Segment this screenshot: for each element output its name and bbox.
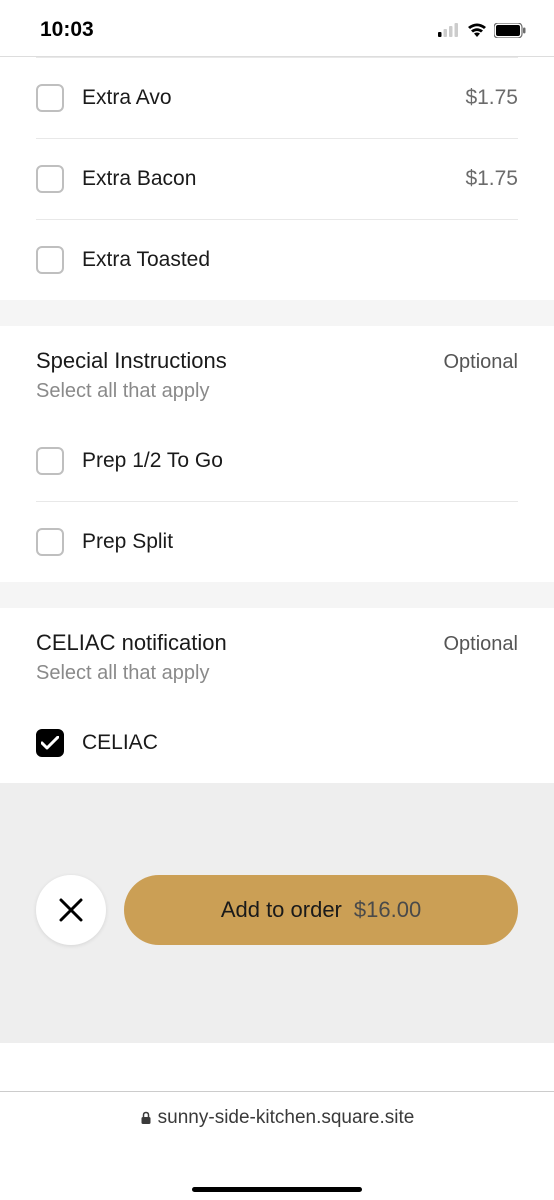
celiac-group: CELIAC (0, 703, 554, 783)
home-indicator[interactable] (192, 1187, 362, 1192)
section-subtitle: Select all that apply (36, 380, 518, 403)
scroll-content[interactable]: Extra Avo $1.75 Extra Bacon $1.75 Extra … (0, 57, 554, 1091)
url-bar[interactable]: sunny-side-kitchen.square.site (0, 1091, 554, 1143)
celiac-header: CELIAC notification Optional Select all … (0, 608, 554, 703)
special-instructions-group: Prep 1/2 To Go Prep Split (0, 421, 554, 582)
option-label: Extra Toasted (82, 248, 518, 272)
special-instructions-header: Special Instructions Optional Select all… (0, 326, 554, 421)
checkbox[interactable] (36, 84, 64, 112)
section-gap (0, 300, 554, 326)
section-optional: Optional (444, 633, 519, 656)
checkbox[interactable] (36, 246, 64, 274)
status-icons (438, 22, 526, 38)
option-row-extra-toasted[interactable]: Extra Toasted (36, 220, 518, 300)
option-row-celiac[interactable]: CELIAC (36, 703, 518, 783)
option-row-extra-avo[interactable]: Extra Avo $1.75 (36, 57, 518, 139)
option-row-extra-bacon[interactable]: Extra Bacon $1.75 (36, 139, 518, 220)
section-title: CELIAC notification (36, 630, 227, 656)
signal-icon (438, 23, 460, 37)
add-to-order-button[interactable]: Add to order $16.00 (124, 875, 518, 945)
add-button-price: $16.00 (354, 897, 421, 923)
option-label: CELIAC (82, 731, 518, 755)
add-button-label: Add to order (221, 897, 342, 923)
lock-icon (140, 1111, 152, 1125)
option-label: Extra Bacon (82, 167, 465, 191)
checkbox[interactable] (36, 528, 64, 556)
checkbox[interactable] (36, 729, 64, 757)
bottom-area: Add to order $16.00 (0, 783, 554, 1043)
section-subtitle: Select all that apply (36, 662, 518, 685)
status-time: 10:03 (40, 18, 94, 42)
option-label: Prep 1/2 To Go (82, 449, 518, 473)
option-price: $1.75 (465, 167, 518, 191)
action-bar: Add to order $16.00 (0, 875, 554, 945)
extras-group: Extra Avo $1.75 Extra Bacon $1.75 Extra … (0, 57, 554, 300)
checkbox[interactable] (36, 447, 64, 475)
battery-icon (494, 23, 526, 38)
close-button[interactable] (36, 875, 106, 945)
section-title: Special Instructions (36, 348, 227, 374)
option-row-prep-split[interactable]: Prep Split (36, 502, 518, 582)
option-label: Prep Split (82, 530, 518, 554)
option-row-prep-half-togo[interactable]: Prep 1/2 To Go (36, 421, 518, 502)
status-bar: 10:03 (0, 0, 554, 56)
section-optional: Optional (444, 351, 519, 374)
url-text: sunny-side-kitchen.square.site (158, 1107, 415, 1129)
checkbox[interactable] (36, 165, 64, 193)
option-label: Extra Avo (82, 86, 465, 110)
wifi-icon (466, 22, 488, 38)
section-gap (0, 582, 554, 608)
close-icon (58, 897, 84, 923)
option-price: $1.75 (465, 86, 518, 110)
